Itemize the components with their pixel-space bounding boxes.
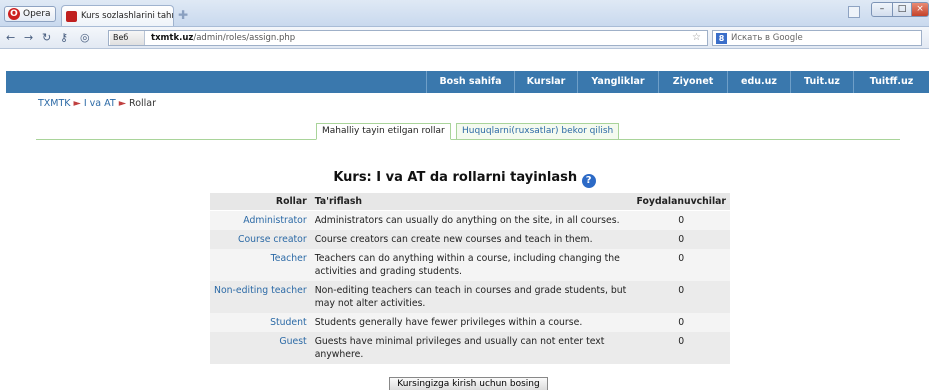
help-icon[interactable]: ? bbox=[581, 174, 596, 188]
opera-menu-label: Opera bbox=[23, 9, 51, 19]
role-description: Students generally have fewer privileges… bbox=[310, 313, 633, 332]
table-row: Non-editing teacher Non-editing teachers… bbox=[210, 281, 730, 313]
user-count: 0 bbox=[632, 249, 730, 281]
key-icon[interactable]: ⚷ bbox=[60, 31, 68, 44]
role-link-non-editing-teacher[interactable]: Non-editing teacher bbox=[210, 281, 311, 313]
url-path: /admin/roles/assign.php bbox=[193, 33, 296, 43]
reload-icon[interactable]: ↻ bbox=[42, 31, 51, 44]
breadcrumb-separator: ► bbox=[118, 98, 127, 109]
site-info-icon[interactable]: ◎ bbox=[80, 31, 90, 44]
role-description: Guests have minimal privileges and usual… bbox=[310, 332, 633, 364]
table-row: Student Students generally have fewer pr… bbox=[210, 313, 730, 332]
user-count: 0 bbox=[632, 281, 730, 313]
roles-table: Rollar Ta'riflash Foydalanuvchilar Admin… bbox=[210, 193, 730, 364]
nav-kurslar[interactable]: Kurslar bbox=[514, 71, 577, 93]
tab-list-icon[interactable] bbox=[848, 6, 860, 18]
bookmark-star-icon[interactable]: ☆ bbox=[692, 32, 701, 43]
table-row: Guest Guests have minimal privileges and… bbox=[210, 332, 730, 364]
table-row: Course creator Course creators can creat… bbox=[210, 230, 730, 249]
breadcrumb-course[interactable]: I va AT bbox=[84, 98, 116, 109]
table-row: Administrator Administrators can usually… bbox=[210, 210, 730, 230]
enter-course-button[interactable]: Kursingizga kirish uchun bosing bbox=[389, 377, 548, 390]
role-link-teacher[interactable]: Teacher bbox=[210, 249, 311, 281]
nav-edu-uz[interactable]: edu.uz bbox=[727, 71, 790, 93]
user-count: 0 bbox=[632, 230, 730, 249]
role-link-administrator[interactable]: Administrator bbox=[210, 210, 311, 230]
maximize-button[interactable]: □ bbox=[892, 2, 912, 17]
page-title: Kurs: I va AT da rollarni tayinlash ? bbox=[0, 170, 929, 188]
favicon-icon bbox=[66, 10, 77, 22]
tab-local-roles[interactable]: Mahalliy tayin etilgan rollar bbox=[316, 123, 451, 140]
breadcrumb-current: Rollar bbox=[129, 98, 157, 109]
role-link-student[interactable]: Student bbox=[210, 313, 311, 332]
nav-tuitff-uz[interactable]: Tuitff.uz bbox=[853, 71, 929, 93]
tab-override-permissions[interactable]: Huquqlarni(ruxsatlar) bekor qilish bbox=[456, 123, 620, 140]
browser-titlebar: O Opera Kurs sozlashlarini tahrir... × ✚… bbox=[0, 0, 929, 27]
browser-tab[interactable]: Kurs sozlashlarini tahrir... × bbox=[61, 5, 174, 26]
role-description: Teachers can do anything within a course… bbox=[310, 249, 633, 281]
nav-tuit-uz[interactable]: Tuit.uz bbox=[790, 71, 853, 93]
url-domain: txmtk.uz bbox=[151, 33, 194, 43]
nav-ziyonet[interactable]: Ziyonet bbox=[658, 71, 727, 93]
browser-toolbar: ← → ↻ ⚷ ◎ Веб txmtk.uz /admin/roles/assi… bbox=[0, 27, 929, 49]
close-window-button[interactable]: × bbox=[911, 2, 929, 17]
header-roles: Rollar bbox=[210, 193, 311, 211]
opera-logo-icon: O bbox=[8, 8, 20, 20]
tab-title: Kurs sozlashlarini tahrir... bbox=[81, 11, 174, 21]
role-description: Non-editing teachers can teach in course… bbox=[310, 281, 633, 313]
opera-menu-button[interactable]: O Opera bbox=[4, 6, 56, 22]
user-count: 0 bbox=[632, 210, 730, 230]
new-tab-icon[interactable]: ✚ bbox=[178, 9, 192, 21]
user-count: 0 bbox=[632, 332, 730, 364]
search-engine-icon[interactable]: 8 bbox=[716, 32, 727, 44]
back-icon[interactable]: ← bbox=[6, 31, 15, 44]
search-placeholder: Искать в Google bbox=[731, 33, 803, 43]
top-navbar: Bosh sahifa Kurslar Yangliklar Ziyonet e… bbox=[6, 71, 929, 93]
role-description: Course creators can create new courses a… bbox=[310, 230, 633, 249]
breadcrumb-separator: ► bbox=[73, 98, 81, 109]
page-content: Bosh sahifa Kurslar Yangliklar Ziyonet e… bbox=[0, 50, 929, 390]
web-badge[interactable]: Веб bbox=[110, 31, 145, 45]
search-field[interactable]: 8 Искать в Google bbox=[712, 30, 922, 46]
role-description: Administrators can usually do anything o… bbox=[310, 210, 633, 230]
nav-yangliklar[interactable]: Yangliklar bbox=[577, 71, 658, 93]
role-link-guest[interactable]: Guest bbox=[210, 332, 311, 364]
address-field[interactable]: Веб txmtk.uz /admin/roles/assign.php bbox=[108, 30, 708, 46]
breadcrumb: TXMTK ► I va AT ► Rollar bbox=[38, 98, 156, 109]
header-description: Ta'riflash bbox=[310, 193, 633, 211]
breadcrumb-txmtk[interactable]: TXMTK bbox=[38, 98, 71, 109]
minimize-button[interactable]: – bbox=[871, 2, 893, 17]
table-row: Teacher Teachers can do anything within … bbox=[210, 249, 730, 281]
role-link-course-creator[interactable]: Course creator bbox=[210, 230, 311, 249]
page-title-text: Kurs: I va AT da rollarni tayinlash bbox=[333, 170, 578, 185]
header-users: Foydalanuvchilar bbox=[632, 193, 730, 211]
user-count: 0 bbox=[632, 313, 730, 332]
nav-bosh-sahifa[interactable]: Bosh sahifa bbox=[426, 71, 514, 93]
forward-icon[interactable]: → bbox=[24, 31, 33, 44]
